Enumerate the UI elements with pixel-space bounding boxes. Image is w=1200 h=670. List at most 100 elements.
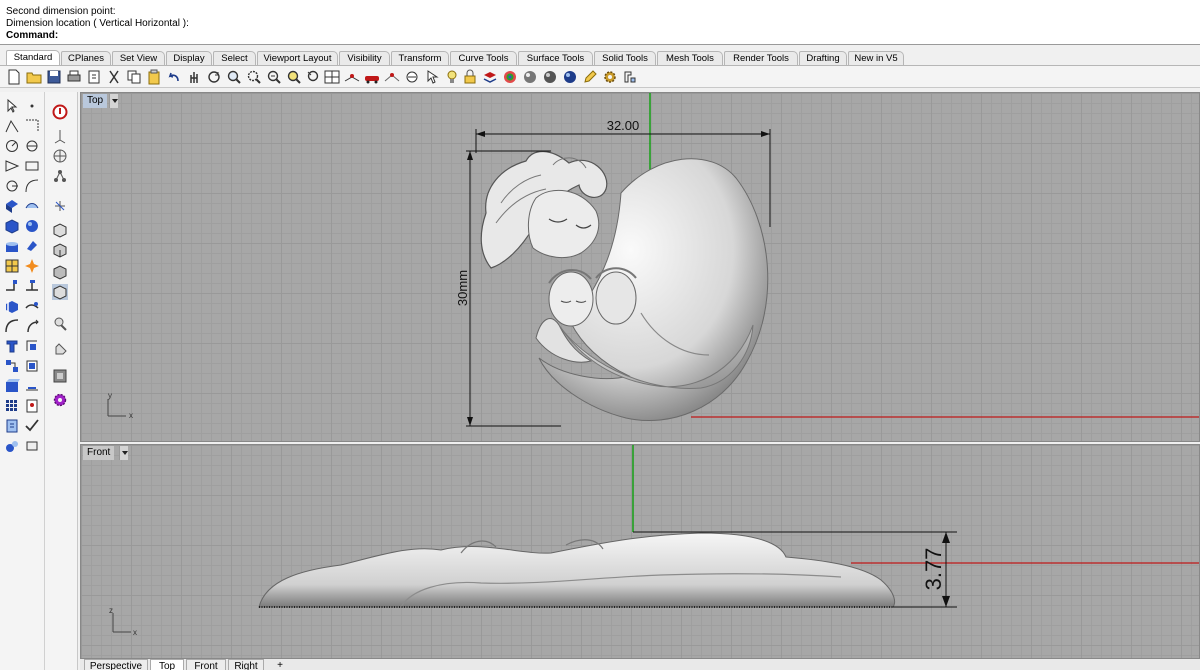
extend-icon[interactable] xyxy=(24,298,40,314)
new-file-icon[interactable] xyxy=(6,69,22,85)
command-input[interactable] xyxy=(60,30,1190,42)
four-viewports-icon[interactable] xyxy=(324,69,340,85)
view-tab-front[interactable]: Front xyxy=(186,659,226,670)
group-icon[interactable] xyxy=(4,378,20,394)
check-icon[interactable] xyxy=(24,418,40,434)
curvature-icon[interactable] xyxy=(4,438,20,454)
tab-standard[interactable]: Standard xyxy=(6,50,60,66)
gear-icon[interactable] xyxy=(602,69,618,85)
rotate-view-icon[interactable] xyxy=(206,69,222,85)
circle-icon[interactable] xyxy=(4,118,20,134)
trim-icon[interactable] xyxy=(24,278,40,294)
tab-drafting[interactable]: Drafting xyxy=(799,51,847,66)
tab-curve-tools[interactable]: Curve Tools xyxy=(450,51,517,66)
join-icon[interactable] xyxy=(4,278,20,294)
tab-viewport-layout[interactable]: Viewport Layout xyxy=(257,51,338,66)
snap-tree-icon[interactable] xyxy=(52,168,68,184)
scale-icon[interactable] xyxy=(24,338,40,354)
dimension-icon[interactable] xyxy=(24,358,40,374)
zoom-icon[interactable] xyxy=(226,69,242,85)
osnap-end-icon[interactable] xyxy=(52,198,68,214)
pencil-icon[interactable] xyxy=(582,69,598,85)
zoom-tool-icon[interactable] xyxy=(52,316,68,332)
fillet-curve-icon[interactable] xyxy=(24,178,40,194)
viewport-menu-caret-icon[interactable] xyxy=(109,94,118,108)
view-tab-top[interactable]: Top xyxy=(150,659,184,670)
pendant-top-view[interactable] xyxy=(480,150,769,422)
cut-icon[interactable] xyxy=(106,69,122,85)
display-mode-icon[interactable] xyxy=(52,368,68,384)
box-view-3-icon[interactable] xyxy=(52,264,68,280)
tab-surface-tools[interactable]: Surface Tools xyxy=(518,51,593,66)
boolean-icon[interactable] xyxy=(24,238,40,254)
analyze-icon[interactable] xyxy=(4,398,20,414)
box-view-2-icon[interactable] xyxy=(52,242,68,258)
tab-visibility[interactable]: Visibility xyxy=(339,51,390,66)
save-icon[interactable] xyxy=(46,69,62,85)
hand-tool-icon[interactable] xyxy=(52,340,68,356)
split-icon[interactable] xyxy=(4,298,20,314)
layer-icon[interactable] xyxy=(482,69,498,85)
view-tab-right[interactable]: Right xyxy=(228,659,264,670)
render-sphere-icon[interactable] xyxy=(522,69,538,85)
color-icon[interactable] xyxy=(502,69,518,85)
view-tab-perspective[interactable]: Perspective xyxy=(84,659,148,670)
loft-icon[interactable] xyxy=(24,198,40,214)
properties-icon[interactable] xyxy=(24,438,40,454)
free-curve-icon[interactable] xyxy=(4,178,20,194)
light-icon[interactable] xyxy=(444,69,460,85)
cplane-icon[interactable] xyxy=(404,69,420,85)
shaded-sphere-icon[interactable] xyxy=(542,69,558,85)
wire-icon[interactable] xyxy=(384,69,400,85)
viewport-title-top[interactable]: Top xyxy=(83,94,108,108)
curve-icon[interactable] xyxy=(24,158,40,174)
zoom-extents-icon[interactable] xyxy=(266,69,282,85)
tab-set-view[interactable]: Set View xyxy=(112,51,165,66)
tab-display[interactable]: Display xyxy=(166,51,212,66)
plugin-icon[interactable] xyxy=(52,392,68,408)
lock-icon[interactable] xyxy=(462,69,478,85)
gumball-icon[interactable] xyxy=(52,128,68,144)
import-icon[interactable] xyxy=(86,69,102,85)
tab-new-in-v5[interactable]: New in V5 xyxy=(848,51,904,66)
print-icon[interactable] xyxy=(66,69,82,85)
viewport-top[interactable]: 32.00 30mm y x Top xyxy=(80,92,1200,442)
viewport-title-front[interactable]: Front xyxy=(83,446,115,460)
box-view-icon[interactable] xyxy=(52,222,68,238)
tab-transform[interactable]: Transform xyxy=(391,51,449,66)
move-icon[interactable] xyxy=(24,318,40,334)
rectangle-icon[interactable] xyxy=(24,138,40,154)
environment-sphere-icon[interactable] xyxy=(562,69,578,85)
tab-select[interactable]: Select xyxy=(213,51,256,66)
polygon-icon[interactable] xyxy=(4,158,20,174)
open-file-icon[interactable] xyxy=(26,69,42,85)
text-icon[interactable] xyxy=(4,358,20,374)
box-view-active-icon[interactable] xyxy=(52,284,68,300)
tab-render-tools[interactable]: Render Tools xyxy=(724,51,798,66)
options-icon[interactable] xyxy=(622,69,638,85)
tab-mesh-tools[interactable]: Mesh Tools xyxy=(657,51,723,66)
pendant-front-view[interactable] xyxy=(258,532,895,608)
zoom-window-icon[interactable] xyxy=(246,69,262,85)
move-cplane-icon[interactable] xyxy=(344,69,360,85)
arc-icon[interactable] xyxy=(24,118,40,134)
zoom-selected-icon[interactable] xyxy=(286,69,302,85)
copy-icon[interactable] xyxy=(126,69,142,85)
paste-icon[interactable] xyxy=(146,69,162,85)
rotate-icon[interactable] xyxy=(4,338,20,354)
render-icon[interactable] xyxy=(24,398,40,414)
cplane-grid-icon[interactable] xyxy=(52,148,68,164)
history-icon[interactable] xyxy=(4,418,20,434)
extrude-icon[interactable] xyxy=(4,238,20,254)
viewport-front[interactable]: 3.77 z x Front xyxy=(80,444,1200,659)
select-icon[interactable] xyxy=(424,69,440,85)
add-view-tab-button[interactable]: + xyxy=(270,659,290,670)
undo-view-icon[interactable] xyxy=(306,69,322,85)
sphere-icon[interactable] xyxy=(24,218,40,234)
ellipse-icon[interactable] xyxy=(4,138,20,154)
undo-icon[interactable] xyxy=(166,69,182,85)
car-icon[interactable] xyxy=(364,69,380,85)
stop-icon[interactable] xyxy=(52,104,68,120)
array-icon[interactable] xyxy=(24,378,40,394)
explode-icon[interactable] xyxy=(24,258,40,274)
